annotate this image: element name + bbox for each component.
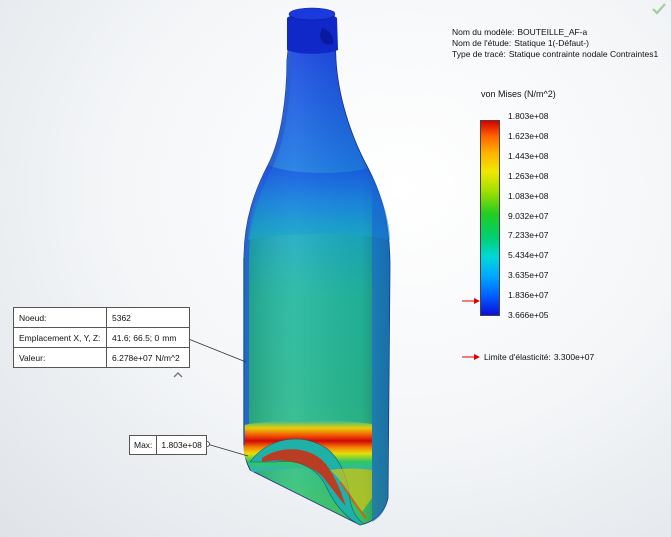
chevron-up-icon[interactable] xyxy=(173,371,183,379)
location-value: 41.6; 66.5; 0 xyxy=(112,332,160,343)
legend-tick-label: 5.434e+07 xyxy=(508,250,549,261)
yield-label: Limite d'élasticité: xyxy=(484,352,551,362)
model-name-label: Nom du modèle: xyxy=(452,27,515,37)
stress-unit: N/m^2 xyxy=(155,352,180,363)
location-label: Emplacement X, Y, Z: xyxy=(13,327,107,348)
value-label: Valeur: xyxy=(13,347,107,368)
plot-type-label: Type de tracé: xyxy=(452,49,506,59)
model-name-value: BOUTEILLE_AF-a xyxy=(517,27,588,37)
location-unit: mm xyxy=(162,332,177,343)
bottle-model[interactable] xyxy=(243,7,391,526)
table-row: Noeud: 5362 xyxy=(13,307,190,328)
node-label: Noeud: xyxy=(13,307,107,328)
value-cell: 6.278e+07 N/m^2 xyxy=(106,347,190,368)
legend-title: von Mises (N/m^2) xyxy=(481,89,556,99)
legend-tick-label: 3.666e+05 xyxy=(508,310,549,320)
legend-tick-label: 1.836e+07 xyxy=(508,290,549,301)
study-name-value: Statique 1(-Défaut-) xyxy=(514,38,589,48)
stress-value: 6.278e+07 xyxy=(112,352,153,363)
study-info-panel: Nom du modèle: BOUTEILLE_AF-a Nom de l'ét… xyxy=(452,27,658,60)
plot-type-value: Statique contrainte nodale Contraintes1 xyxy=(508,49,659,59)
legend-tick-label: 7.233e+07 xyxy=(508,230,549,241)
legend-tick-label: 1.443e+08 xyxy=(508,150,549,161)
legend-tick-label: 9.032e+07 xyxy=(508,210,549,221)
location-cell: 41.6; 66.5; 0 mm xyxy=(106,327,190,348)
max-value: 1.803e+08 xyxy=(161,440,202,450)
yield-value: 3.300e+07 xyxy=(553,352,595,362)
color-scale-labels: 1.803e+08 1.623e+08 1.443e+08 1.263e+08 1.08… xyxy=(508,111,598,325)
yield-marker-arrow-icon xyxy=(462,298,480,304)
color-scale-bar[interactable] xyxy=(480,120,500,316)
legend-tick-label: 1.263e+08 xyxy=(508,170,549,181)
max-label: Max: xyxy=(130,436,158,454)
legend-tick-label: 1.803e+08 xyxy=(508,111,549,121)
probe-leader-line xyxy=(185,337,247,363)
legend-tick-label: 1.623e+08 xyxy=(508,130,549,141)
table-row: Valeur: 6.278e+07 N/m^2 xyxy=(13,347,190,368)
yield-arrow-icon xyxy=(462,354,480,360)
yield-strength-indicator: Limite d'élasticité: 3.300e+07 xyxy=(462,352,594,362)
probe-result-table[interactable]: Noeud: 5362 Emplacement X, Y, Z: 41.6; 6… xyxy=(13,307,190,368)
node-value: 5362 xyxy=(106,307,190,328)
table-row: Emplacement X, Y, Z: 41.6; 66.5; 0 mm xyxy=(13,327,190,348)
legend-tick-label: 3.635e+07 xyxy=(508,270,549,281)
check-icon[interactable] xyxy=(652,3,666,15)
max-value-annotation[interactable]: Max: 1.803e+08 xyxy=(129,435,207,455)
max-leader-line xyxy=(206,443,249,457)
study-name-label: Nom de l'étude: xyxy=(452,38,512,48)
legend-tick-label: 1.083e+08 xyxy=(508,190,549,201)
